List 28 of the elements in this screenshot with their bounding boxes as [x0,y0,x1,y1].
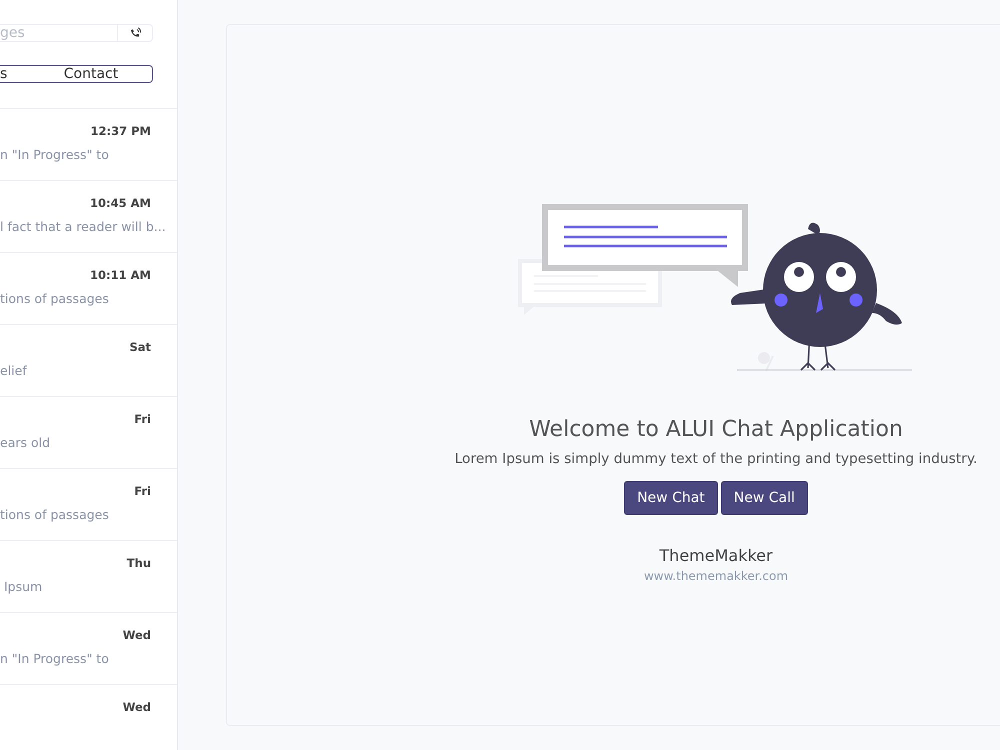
chat-preview: n "In Progress" to [0,147,109,162]
chat-time: 10:45 AM [90,196,151,210]
chat-preview: l fact that a reader will b... [0,219,166,234]
chat-time: Thu [126,556,151,570]
search-input[interactable]: ges [0,25,117,41]
chat-time: Wed [122,700,151,714]
chat-preview: tions of passages [0,507,109,522]
chat-time: Sat [129,340,151,354]
phone-icon [128,26,142,40]
chat-time: Fri [134,412,151,426]
chat-preview: n "In Progress" to [0,651,109,666]
chat-time: 12:37 PM [90,124,151,138]
action-button[interactable]: New Chat [624,481,718,515]
tab[interactable]: s [0,66,30,82]
chat-preview: Ipsum [2,579,42,594]
chat-preview: tions of passages [0,291,109,306]
chat-preview: ears old [0,435,50,450]
welcome-text: Lorem Ipsum is simply dummy text of the printing and typesetting industry. [454,451,978,467]
welcome-title: Welcome to ALUI Chat Application [529,417,903,442]
brand-name: ThemeMakker [659,546,773,565]
chat-time: Wed [122,628,151,642]
tab[interactable]: Contact [30,66,152,82]
chat-time: 10:11 AM [90,268,151,282]
search-field[interactable]: ges [0,24,153,42]
chat-time: Fri [134,484,151,498]
chat-preview: elief [0,363,27,378]
website-url: www.thememakker.com [644,569,788,583]
action-button[interactable]: New Call [720,481,808,515]
